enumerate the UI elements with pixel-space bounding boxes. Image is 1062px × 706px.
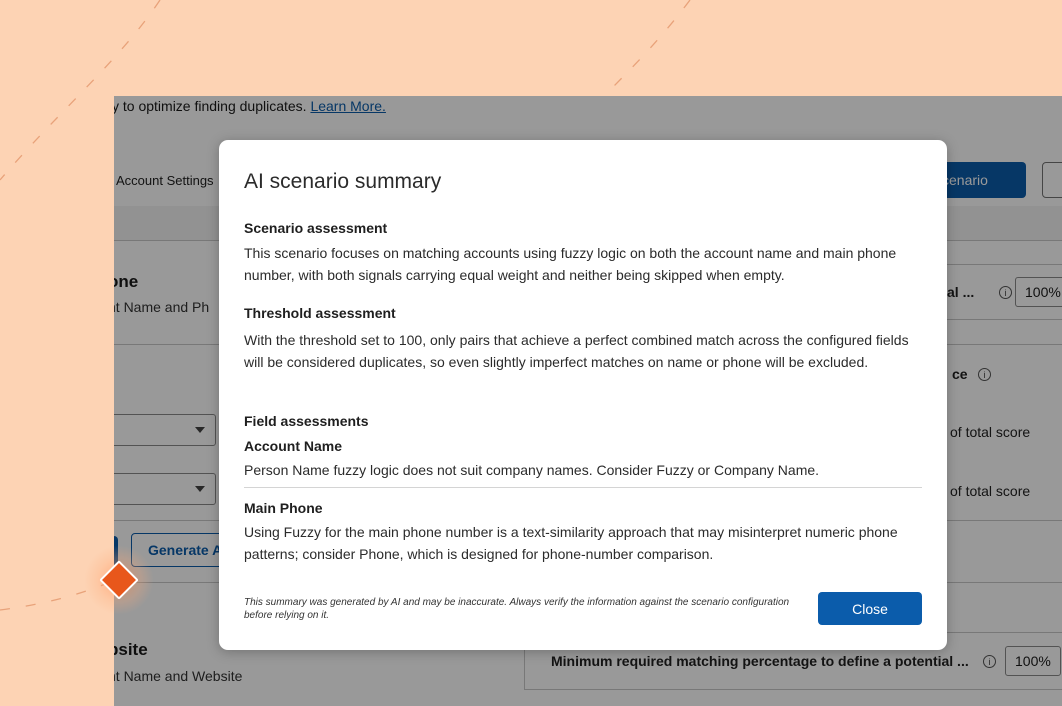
field-assessment-text: Person Name fuzzy logic does not suit co…: [244, 462, 820, 478]
field-assessment-text: Using Fuzzy for the main phone number is…: [244, 524, 898, 562]
threshold-assessment-heading: Threshold assessment: [244, 305, 396, 321]
ai-summary-dialog: AI scenario summary Scenario assessment …: [219, 140, 947, 650]
scenario-assessment-heading: Scenario assessment: [244, 220, 388, 236]
threshold-assessment-text: With the threshold set to 100, only pair…: [244, 332, 909, 370]
field-name: Main Phone: [244, 500, 323, 516]
field-name: Account Name: [244, 438, 343, 454]
dialog-title: AI scenario summary: [244, 170, 442, 193]
ai-disclaimer: This summary was generated by AI and may…: [244, 597, 790, 621]
close-button[interactable]: Close: [818, 592, 922, 625]
field-assessments-heading: Field assessments: [244, 413, 369, 429]
field-divider: [244, 487, 922, 488]
scenario-assessment-text: This scenario focuses on matching accoun…: [244, 245, 897, 283]
